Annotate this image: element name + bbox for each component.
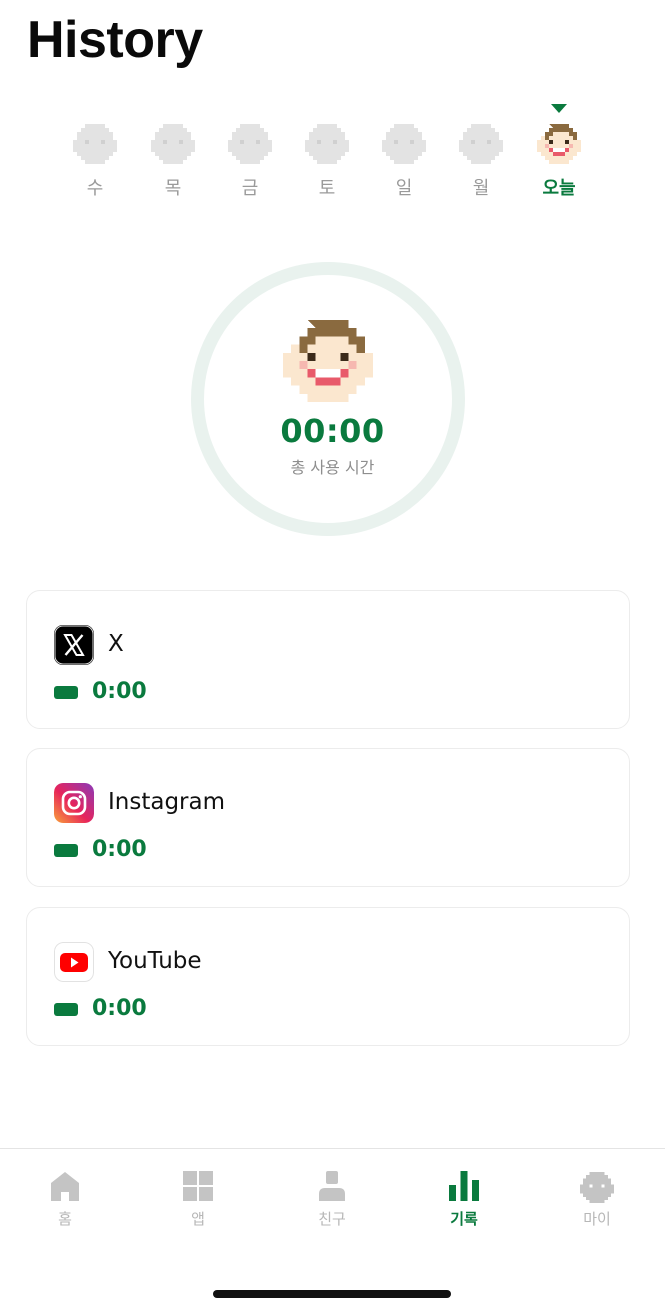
app-usage-time: 0:00: [92, 996, 147, 1021]
day-item-today[interactable]: 오늘: [529, 100, 589, 210]
day-selector: 수 목 금 토 일 월 오늘: [0, 100, 665, 210]
usage-bar: [54, 686, 78, 699]
home-indicator[interactable]: [213, 1290, 451, 1298]
tab-friends[interactable]: 친구: [287, 1169, 377, 1239]
tab-label: 기록: [450, 1210, 478, 1228]
app-card-instagram[interactable]: Instagram 0:00: [26, 748, 630, 887]
tab-apps[interactable]: 앱: [153, 1169, 243, 1239]
day-label: 목: [164, 178, 182, 199]
app-name: X: [108, 631, 124, 657]
face-avatar-icon: [459, 120, 503, 164]
bottom-tab-bar: 홈 앱 친구 기록 마이: [0, 1148, 665, 1311]
face-avatar-icon: [305, 120, 349, 164]
face-avatar-icon: [228, 120, 272, 164]
tab-my[interactable]: 마이: [552, 1169, 642, 1239]
tab-label: 친구: [318, 1210, 346, 1228]
person-icon: [319, 1171, 345, 1201]
youtube-logo-icon: [54, 942, 94, 982]
face-icon: [580, 1172, 614, 1203]
tab-history[interactable]: 기록: [419, 1169, 509, 1239]
usage-bar: [54, 844, 78, 857]
day-item-fri[interactable]: 금: [220, 100, 280, 210]
app-card-x[interactable]: X 0:00: [26, 590, 630, 729]
face-avatar-icon: [151, 120, 195, 164]
day-item-thu[interactable]: 목: [143, 100, 203, 210]
app-name: Instagram: [108, 789, 226, 815]
total-usage-time: 00:00: [280, 412, 385, 450]
app-name: YouTube: [108, 948, 202, 974]
day-item-sat[interactable]: 토: [297, 100, 357, 210]
day-item-sun[interactable]: 일: [374, 100, 434, 210]
selection-marker-icon: [473, 104, 489, 113]
tab-home[interactable]: 홈: [20, 1169, 110, 1239]
selection-marker-icon: [87, 104, 103, 113]
grid-icon: [183, 1171, 213, 1201]
day-label: 수: [86, 178, 104, 199]
usage-bar: [54, 1003, 78, 1016]
x-logo-icon: [54, 625, 94, 665]
bar-chart-icon: [449, 1171, 479, 1201]
selection-marker-icon: [242, 104, 258, 113]
selection-marker-icon: [165, 104, 181, 113]
instagram-logo-icon: [54, 783, 94, 823]
day-item-mon[interactable]: 월: [451, 100, 511, 210]
page-title: History: [27, 11, 203, 69]
day-label: 금: [241, 178, 259, 199]
day-label: 오늘: [542, 178, 576, 199]
day-label: 월: [472, 178, 490, 199]
face-avatar-icon: [282, 320, 374, 402]
day-label: 토: [318, 178, 336, 199]
app-card-youtube[interactable]: YouTube 0:00: [26, 907, 630, 1046]
app-usage-time: 0:00: [92, 679, 147, 704]
selection-marker-icon: [396, 104, 412, 113]
face-avatar-icon: [382, 120, 426, 164]
tab-label: 마이: [583, 1210, 611, 1228]
day-label: 일: [395, 178, 413, 199]
tab-label: 앱: [191, 1210, 205, 1228]
day-item-wed[interactable]: 수: [65, 100, 125, 210]
tab-label: 홈: [58, 1210, 72, 1228]
app-usage-time: 0:00: [92, 837, 147, 862]
selection-marker-icon: [551, 104, 567, 113]
face-avatar-icon: [537, 120, 581, 164]
total-usage-label: 총 사용 시간: [290, 458, 375, 477]
home-icon: [51, 1172, 79, 1201]
selection-marker-icon: [319, 104, 335, 113]
face-avatar-icon: [73, 120, 117, 164]
